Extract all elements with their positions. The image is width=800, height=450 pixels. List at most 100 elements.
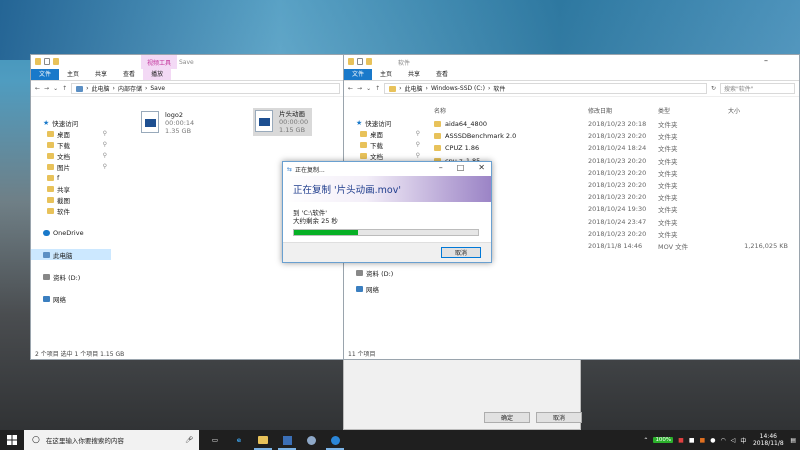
list-item-date: 2018/10/23 20:20 <box>588 181 647 189</box>
nav-item[interactable]: 桌面 ⚲ <box>31 128 111 139</box>
nav-item[interactable]: 网络 <box>344 283 424 294</box>
tray-app-icon[interactable]: ● <box>710 437 715 444</box>
nav-label: 共享 <box>57 185 70 194</box>
microphone-icon[interactable]: 🎤︎ <box>185 436 193 444</box>
nav-item[interactable]: 此电脑 <box>31 249 111 260</box>
list-item[interactable]: aida64_4800 2018/10/23 20:18 文件夹 <box>434 118 794 130</box>
file-duration: 00:00:00 <box>279 118 309 126</box>
properties-icon[interactable] <box>357 58 363 65</box>
folder-icon <box>389 85 397 92</box>
up-arrow-icon[interactable]: ↑ <box>375 85 380 92</box>
address-bar[interactable]: › 此电脑 › Windows-SSD (C:) › 软件 <box>384 83 707 94</box>
search-placeholder: 在这里输入你要搜索的内容 <box>45 437 124 445</box>
pin-icon[interactable]: ⚲ <box>103 152 107 159</box>
forward-arrow-icon[interactable]: → <box>357 85 362 92</box>
battery-indicator[interactable]: 100% <box>653 437 674 443</box>
taskbar-search-input[interactable]: ○ 在这里输入你要搜索的内容 🎤︎ <box>24 430 199 450</box>
forward-arrow-icon[interactable]: → <box>44 85 49 92</box>
column-name[interactable]: 名称 <box>434 106 588 115</box>
file-explorer-icon[interactable] <box>251 430 275 450</box>
nav-item[interactable]: 共享 <box>31 183 111 194</box>
breadcrumb-item[interactable]: Windows-SSD (C:) <box>431 85 485 92</box>
nav-item[interactable]: 资料 (D:) <box>344 267 424 278</box>
new-folder-icon[interactable] <box>53 58 59 65</box>
chevron-down-icon[interactable]: ⌄ <box>53 85 58 92</box>
dialog-title-bar[interactable]: ⇆ 正在复制... – □ ✕ <box>283 162 491 176</box>
app-icon-1[interactable] <box>275 430 299 450</box>
title-bar[interactable]: 软件 – <box>344 55 799 69</box>
tray-app-icon[interactable]: ■ <box>689 437 695 444</box>
tray-app-icon[interactable]: ■ <box>700 437 706 444</box>
column-size[interactable]: 大小 <box>728 106 788 115</box>
nav-item[interactable]: 下载 ⚲ <box>31 139 111 150</box>
pin-icon[interactable]: ⚲ <box>103 141 107 148</box>
pin-icon[interactable]: ⚲ <box>416 130 420 137</box>
nav-item[interactable]: f <box>31 172 111 183</box>
file-item-logo2[interactable]: logo2 00:00:14 1.35 GB <box>141 111 194 135</box>
nav-item[interactable]: 网络 <box>31 293 111 304</box>
refresh-icon[interactable]: ↻ <box>711 85 716 92</box>
time: 14:46 <box>759 433 777 440</box>
address-bar[interactable]: › 此电脑 › 内部存储 › Save <box>71 83 340 94</box>
title-bar[interactable]: 视频工具 Save <box>31 55 344 69</box>
breadcrumb-item[interactable]: 此电脑 <box>405 84 423 93</box>
breadcrumb-item[interactable]: 软件 <box>493 84 505 93</box>
dialog-window-controls: – □ ✕ <box>439 163 485 172</box>
nav-item[interactable]: 截图 <box>31 194 111 205</box>
start-button[interactable] <box>0 430 24 450</box>
wifi-icon[interactable]: ◠ <box>720 437 725 444</box>
pin-icon[interactable]: ⚲ <box>103 130 107 137</box>
clock[interactable]: 14:46 2018/11/8 <box>751 433 785 447</box>
nav-item[interactable]: 资料 (D:) <box>31 271 111 282</box>
nav-item[interactable]: 图片 ⚲ <box>31 161 111 172</box>
list-item[interactable]: ASSSDBenchmark 2.0 2018/10/23 20:20 文件夹 <box>434 130 794 142</box>
back-arrow-icon[interactable]: ← <box>35 85 40 92</box>
task-view-icon[interactable]: ▭ <box>203 430 227 450</box>
app-icon-3[interactable] <box>323 430 347 450</box>
maximize-icon[interactable]: □ <box>457 163 465 172</box>
ok-button[interactable]: 确定 <box>484 412 530 423</box>
nav-item[interactable]: 桌面 ⚲ <box>344 128 424 139</box>
chevron-up-icon[interactable]: ⌃ <box>643 437 648 444</box>
search-input[interactable]: 搜索"软件" <box>720 83 795 94</box>
nav-item[interactable]: 软件 <box>31 205 111 216</box>
breadcrumb-item[interactable]: 内部存储 <box>118 84 142 93</box>
ribbon-tabs: 文件 主页 共享 查看 <box>344 67 799 81</box>
file-duration: 00:00:14 <box>165 119 195 127</box>
pin-icon[interactable]: ⚲ <box>416 152 420 159</box>
edge-icon[interactable]: e <box>227 430 251 450</box>
pin-icon[interactable]: ⚲ <box>416 141 420 148</box>
video-tools-context-tab[interactable]: 视频工具 <box>141 55 178 69</box>
taskbar: ○ 在这里输入你要搜索的内容 🎤︎ ▭ e ⌃ 100% ■ ■ ■ ● ◠ ◁… <box>0 430 800 450</box>
breadcrumb-item[interactable]: Save <box>150 85 165 92</box>
column-type[interactable]: 类型 <box>658 106 728 115</box>
back-arrow-icon[interactable]: ← <box>348 85 353 92</box>
input-method-indicator[interactable]: 中 <box>740 436 746 445</box>
tray-app-icon[interactable]: ■ <box>678 437 684 444</box>
nav-item[interactable]: OneDrive <box>31 227 111 238</box>
up-arrow-icon[interactable]: ↑ <box>62 85 67 92</box>
app-icon-2[interactable] <box>299 430 323 450</box>
nav-item[interactable]: ★ 快速访问 <box>344 117 424 128</box>
list-item-name-cell: ASSSDBenchmark 2.0 <box>434 132 588 140</box>
nav-item[interactable]: 文档 ⚲ <box>344 150 424 161</box>
column-date[interactable]: 修改日期 <box>588 106 658 115</box>
copy-progress-dialog[interactable]: ⇆ 正在复制... – □ ✕ 正在复制 '片头动画.mov' 到 'C:\软件… <box>282 161 492 263</box>
properties-icon[interactable] <box>44 58 50 65</box>
close-icon[interactable]: ✕ <box>478 163 485 172</box>
cancel-copy-button[interactable]: 取消 <box>441 247 481 258</box>
pin-icon[interactable]: ⚲ <box>103 163 107 170</box>
notification-icon[interactable]: ▤ <box>790 437 796 444</box>
minimize-icon[interactable]: – <box>439 163 443 172</box>
cancel-button[interactable]: 取消 <box>536 412 582 423</box>
nav-item[interactable]: 文档 ⚲ <box>31 150 111 161</box>
volume-icon[interactable]: ◁ <box>731 437 736 444</box>
minimize-icon[interactable]: – <box>764 56 768 65</box>
file-item-intro-animation[interactable]: 片头动画 00:00:00 1.15 GB <box>253 108 313 136</box>
nav-item[interactable]: ★ 快速访问 <box>31 117 111 128</box>
list-item[interactable]: CPUZ 1.86 2018/10/24 18:24 文件夹 <box>434 142 794 154</box>
new-folder-icon[interactable] <box>366 58 372 65</box>
nav-item[interactable]: 下载 ⚲ <box>344 139 424 150</box>
chevron-down-icon[interactable]: ⌄ <box>366 85 371 92</box>
breadcrumb-item[interactable]: 此电脑 <box>92 84 110 93</box>
